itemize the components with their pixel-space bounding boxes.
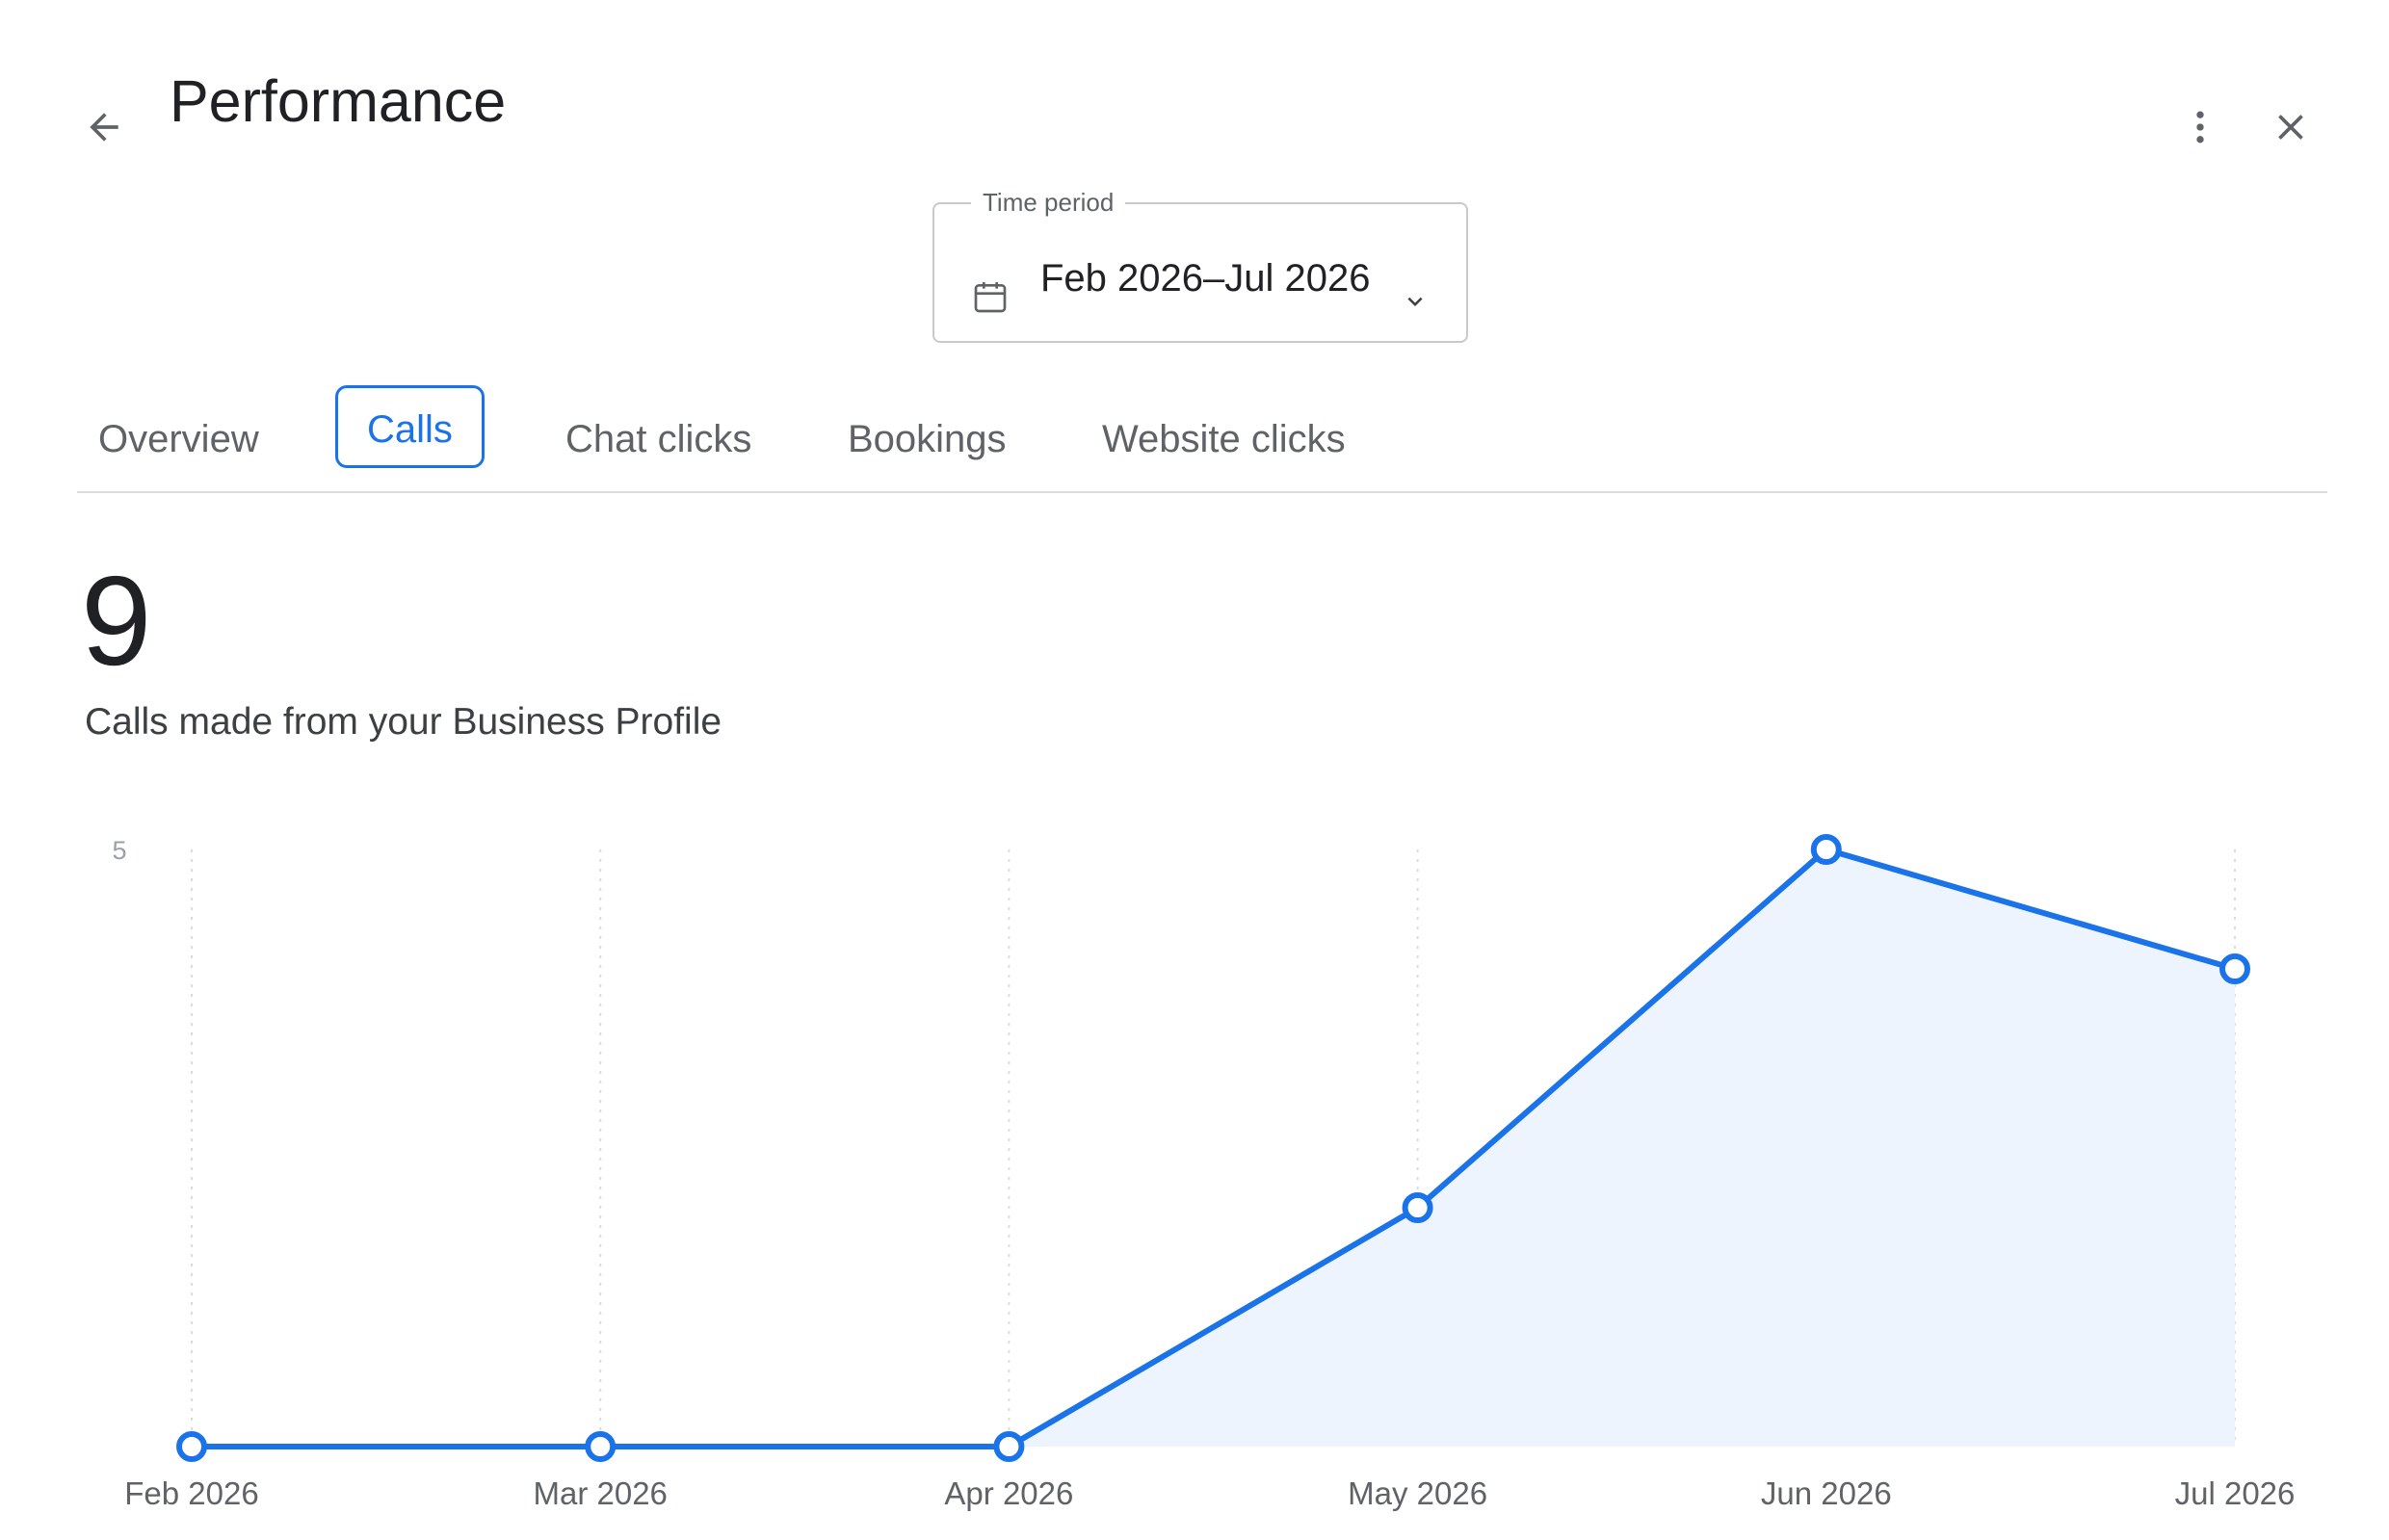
calls-chart: 5 Feb 2026 Mar 2026 Apr 2026 May 2026 Jun 202…: [112, 834, 2296, 1511]
data-point: [585, 1431, 617, 1462]
series-area: [192, 849, 2235, 1447]
tab-calls[interactable]: Calls: [335, 385, 485, 468]
close-icon: [2278, 115, 2303, 140]
x-tick-label: Jun 2026: [1761, 1475, 1892, 1511]
more-options-button[interactable]: [2166, 92, 2235, 162]
page-title: Performance: [170, 68, 507, 134]
x-tick-label: Mar 2026: [533, 1475, 667, 1511]
x-tick-label: Apr 2026: [944, 1475, 1073, 1511]
time-period-select[interactable]: Time period Feb 2026–Jul 2026: [932, 185, 1468, 343]
total-calls-value: 9: [81, 550, 152, 692]
y-tick-label: 5: [112, 836, 126, 865]
data-point: [993, 1431, 1025, 1462]
chevron-down-icon: [1407, 297, 1423, 306]
x-tick-label: Feb 2026: [124, 1475, 258, 1511]
data-point: [2219, 953, 2250, 984]
calendar-icon: [974, 282, 1007, 313]
more-vert-icon: [2196, 111, 2204, 144]
time-period-label: Time period: [971, 185, 1126, 220]
tab-website-clicks[interactable]: Website clicks: [1102, 410, 1346, 468]
tab-bookings[interactable]: Bookings: [848, 410, 1007, 468]
back-button[interactable]: [69, 92, 139, 162]
x-tick-label: May 2026: [1348, 1475, 1487, 1511]
data-point: [176, 1431, 207, 1462]
tab-overview[interactable]: Overview: [98, 410, 259, 468]
time-period-value: Feb 2026–Jul 2026: [1040, 257, 1371, 300]
data-point: [1402, 1192, 1433, 1223]
tab-chat-clicks[interactable]: Chat clicks: [565, 410, 751, 468]
data-point: [1810, 834, 1842, 865]
close-button[interactable]: [2256, 92, 2325, 162]
tab-bar: Overview Calls Chat clicks Bookings Webs…: [77, 381, 2327, 493]
total-calls-description: Calls made from your Business Profile: [85, 701, 722, 743]
arrow-back-icon: [90, 113, 118, 142]
x-tick-label: Jul 2026: [2175, 1475, 2296, 1511]
